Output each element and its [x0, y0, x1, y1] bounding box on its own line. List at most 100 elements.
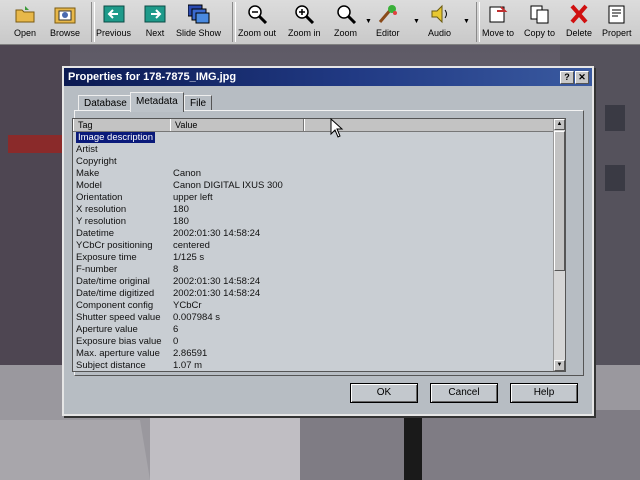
row-value: upper left [173, 192, 213, 203]
browse-icon [54, 4, 76, 24]
vertical-scrollbar[interactable]: ▲ ▼ [553, 119, 565, 371]
copy-to-button[interactable]: Copy to [524, 2, 555, 42]
browse-button[interactable]: Browse [50, 2, 80, 42]
row-tag-text: Image description [76, 132, 155, 143]
table-row[interactable]: Make Canon [73, 168, 553, 180]
row-value: 180 [173, 204, 189, 215]
dialog-titlebar[interactable]: Properties for 178-7875_IMG.jpg ? ✕ [64, 68, 592, 86]
row-tag: Subject distance [76, 360, 170, 371]
row-tag-text: Copyright [76, 156, 117, 167]
tab-file[interactable]: File [184, 95, 213, 111]
table-row[interactable]: F-number 8 [73, 264, 553, 276]
row-tag-text: Date/time original [76, 276, 150, 287]
help-button[interactable]: Help [510, 383, 578, 403]
table-row[interactable]: Orientation upper left [73, 192, 553, 204]
metadata-table: Tag Value Image description Artist Copyrig… [72, 118, 566, 372]
row-value: 0 [173, 336, 179, 347]
slideshow-button[interactable]: Slide Show [176, 2, 221, 42]
zoom-button[interactable]: Zoom [334, 2, 357, 42]
column-header-value[interactable]: Value [170, 119, 304, 131]
table-row[interactable]: Datetime 2002:01:30 14:58:24 [73, 228, 553, 240]
cancel-button[interactable]: Cancel [430, 383, 498, 403]
zoom-out-button[interactable]: Zoom out [238, 2, 276, 42]
table-row[interactable]: Model Canon DIGITAL IXUS 300 [73, 180, 553, 192]
delete-button[interactable]: Delete [566, 2, 592, 42]
table-row[interactable]: YCbCr positioning centered [73, 240, 553, 252]
row-tag-text: Model [76, 180, 102, 191]
row-tag: Datetime [76, 228, 170, 240]
move-to-icon [487, 4, 509, 24]
row-tag: Copyright [76, 156, 170, 168]
row-tag-text: Max. aperture value [76, 348, 160, 359]
row-tag: Shutter speed value [76, 312, 170, 324]
row-value: 2002:01:30 14:58:24 [173, 228, 261, 239]
row-tag: Exposure time [76, 252, 170, 264]
previous-icon [103, 4, 125, 24]
dialog-title: Properties for 178-7875_IMG.jpg [68, 71, 237, 83]
next-icon [144, 4, 166, 24]
scroll-thumb[interactable] [554, 131, 565, 271]
row-value: YCbCr [173, 300, 202, 311]
zoom-dropdown-arrow[interactable]: ▼ [365, 18, 372, 25]
column-header-tag[interactable]: Tag [73, 119, 171, 131]
table-row[interactable]: Copyright [73, 156, 553, 168]
zoom-icon [335, 4, 357, 25]
table-row[interactable]: Aperture value 6 [73, 324, 553, 336]
previous-button[interactable]: Previous [96, 2, 131, 42]
next-button[interactable]: Next [144, 2, 166, 42]
audio-icon [429, 4, 451, 24]
table-row[interactable]: Date/time original 2002:01:30 14:58:24 [73, 276, 553, 288]
editor-button[interactable]: Editor [376, 2, 400, 42]
properties-icon [606, 4, 628, 24]
audio-button[interactable]: Audio [428, 2, 451, 42]
table-row[interactable]: X resolution 180 [73, 204, 553, 216]
row-value: 2.86591 [173, 348, 208, 359]
toolbar: Open Browse Previous Next Slide Show Zoo… [0, 0, 640, 45]
table-row[interactable]: Image description [73, 132, 553, 144]
table-row[interactable]: Subject distance 1.07 m [73, 360, 553, 371]
row-tag-text: F-number [76, 264, 118, 275]
close-button[interactable]: ✕ [575, 71, 589, 84]
row-tag-text: Component config [76, 300, 154, 311]
copy-to-icon [529, 4, 551, 24]
properties-button[interactable]: Propert [602, 2, 632, 42]
row-value: 6 [173, 324, 179, 335]
table-row[interactable]: Exposure bias value 0 [73, 336, 553, 348]
row-tag: Date/time digitized [76, 288, 170, 300]
table-row[interactable]: Component config YCbCr [73, 300, 553, 312]
table-row[interactable]: Exposure time 1/125 s [73, 252, 553, 264]
row-tag-text: Datetime [76, 228, 115, 239]
move-to-button[interactable]: Move to [482, 2, 514, 42]
row-value: Canon DIGITAL IXUS 300 [173, 180, 283, 191]
editor-dropdown-arrow[interactable]: ▼ [413, 18, 420, 25]
row-tag: Exposure bias value [76, 336, 170, 348]
tab-metadata[interactable]: Metadata [130, 92, 184, 112]
table-row[interactable]: Y resolution 180 [73, 216, 553, 228]
properties-dialog: Properties for 178-7875_IMG.jpg ? ✕ Data… [62, 66, 594, 416]
scroll-up-icon[interactable]: ▲ [554, 119, 565, 130]
table-row[interactable]: Max. aperture value 2.86591 [73, 348, 553, 360]
row-value: 0.007984 s [173, 312, 221, 323]
row-tag-text: Exposure time [76, 252, 137, 263]
row-tag: X resolution [76, 204, 170, 216]
row-tag-text: X resolution [76, 204, 127, 215]
table-row[interactable]: Date/time digitized 2002:01:30 14:58:24 [73, 288, 553, 300]
row-tag: Date/time original [76, 276, 170, 288]
row-tag-text: Shutter speed value [76, 312, 161, 323]
row-tag: Max. aperture value [76, 348, 170, 360]
zoom-in-button[interactable]: Zoom in [288, 2, 321, 42]
open-button[interactable]: Open [14, 2, 36, 42]
row-value: 2002:01:30 14:58:24 [173, 288, 261, 299]
row-tag-text: Aperture value [76, 324, 138, 335]
ok-button[interactable]: OK [350, 383, 418, 403]
table-row[interactable]: Shutter speed value 0.007984 s [73, 312, 553, 324]
row-tag-text: Orientation [76, 192, 123, 203]
tab-database[interactable]: Database [78, 95, 133, 111]
open-folder-icon [14, 4, 36, 24]
table-body: Image description Artist Copyright Make Cano… [73, 132, 553, 371]
help-title-button[interactable]: ? [560, 71, 574, 84]
scroll-down-icon[interactable]: ▼ [554, 360, 565, 371]
row-value: 8 [173, 264, 179, 275]
audio-dropdown-arrow[interactable]: ▼ [463, 18, 470, 25]
table-row[interactable]: Artist [73, 144, 553, 156]
